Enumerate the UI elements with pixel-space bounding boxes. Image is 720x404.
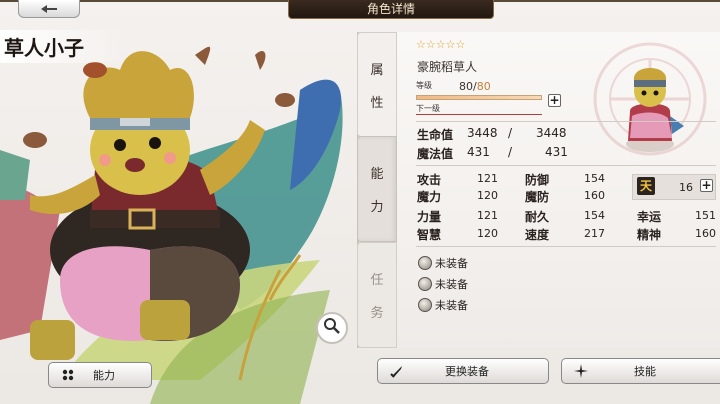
magic-value: 120 <box>477 189 498 202</box>
mp-max: 431 <box>545 145 568 159</box>
next-level-label: 下一级 <box>416 104 440 113</box>
ability-button-label: 能力 <box>93 369 115 382</box>
mp-separator: / <box>508 145 513 159</box>
mdef-label: 魔防 <box>525 190 550 204</box>
equip-slot-1[interactable]: 未装备 <box>418 255 468 271</box>
level-progress-bar <box>416 95 542 100</box>
sparkle-icon <box>572 364 590 378</box>
divider-1 <box>416 121 716 122</box>
arrow-left-icon <box>40 0 58 18</box>
zoom-button[interactable] <box>316 312 348 344</box>
str-value: 121 <box>477 209 498 222</box>
divider-2 <box>416 165 716 166</box>
equip-slot-2-label: 未装备 <box>435 278 468 291</box>
magnifier-icon <box>323 317 341 339</box>
luck-value: 151 <box>695 209 716 222</box>
wis-value: 120 <box>477 227 498 240</box>
hp-label: 生命值 <box>417 128 454 142</box>
equip-slot-3-label: 未装备 <box>435 299 468 312</box>
character-name: 草人小子 <box>0 30 124 63</box>
tab-tasks[interactable]: 任 务 <box>357 242 397 348</box>
equip-slot-icon <box>418 298 432 312</box>
level-up-plus-button[interactable]: + <box>548 94 561 107</box>
rarity-stars: ☆☆☆☆☆ <box>416 38 466 51</box>
magic-label: 魔力 <box>417 190 442 204</box>
end-value: 154 <box>584 209 605 222</box>
equip-slot-2[interactable]: 未装备 <box>418 276 468 292</box>
back-button[interactable] <box>18 0 80 18</box>
tab-tasks-label-2: 务 <box>370 306 384 321</box>
wis-label: 智慧 <box>417 228 442 242</box>
def-value: 154 <box>584 172 605 185</box>
mp-label: 魔法值 <box>417 147 454 161</box>
side-tab-bar: 属 性 能 力 任 务 <box>357 32 397 348</box>
end-label: 耐久 <box>525 210 550 224</box>
skills-button-label: 技能 <box>634 365 656 378</box>
skills-button[interactable]: 技能 <box>561 358 720 384</box>
tab-attributes-label-1: 属 <box>370 62 384 78</box>
chibi-portrait <box>626 68 684 152</box>
talent-plus-button[interactable]: + <box>700 179 713 192</box>
talent-value: 16 <box>679 181 693 194</box>
spd-label: 速度 <box>525 228 550 242</box>
str-label: 力量 <box>417 210 442 224</box>
luck-label: 幸运 <box>637 210 662 224</box>
ability-button[interactable]: 能力 <box>48 362 152 388</box>
talent-icon: 天 <box>637 177 655 195</box>
def-label: 防御 <box>525 173 550 187</box>
level-label: 等级 <box>416 81 432 90</box>
tab-ability[interactable]: 能 力 <box>357 136 397 242</box>
atk-label: 攻击 <box>417 173 442 187</box>
tab-tasks-label-1: 任 <box>370 273 384 288</box>
tab-ability-label-1: 能 <box>370 167 384 182</box>
divider-3 <box>416 246 716 247</box>
equip-slot-icon <box>418 277 432 291</box>
grid-dots-icon <box>59 369 77 381</box>
level-current: 80 <box>459 80 473 93</box>
tab-attributes-label-2: 性 <box>370 95 384 111</box>
class-name: 豪腕稻草人 <box>417 60 478 74</box>
sword-icon <box>388 364 406 378</box>
page-title: 角色详情 <box>288 0 494 19</box>
equip-slot-icon <box>418 256 432 270</box>
equip-slot-1-label: 未装备 <box>435 257 468 270</box>
change-equipment-button[interactable]: 更换装备 <box>377 358 549 384</box>
next-level-bar <box>416 114 542 115</box>
hp-max: 3448 <box>536 126 567 140</box>
level-value: 80/80 <box>459 80 491 93</box>
equip-slot-3[interactable]: 未装备 <box>418 297 468 313</box>
change-equipment-label: 更换装备 <box>445 365 489 378</box>
tab-ability-label-2: 力 <box>370 200 384 215</box>
tab-attributes[interactable]: 属 性 <box>357 32 397 137</box>
atk-value: 121 <box>477 172 498 185</box>
hp-separator: / <box>508 126 513 140</box>
hp-value: 3448 <box>467 126 498 140</box>
level-max: 80 <box>476 80 491 93</box>
mdef-value: 160 <box>584 189 605 202</box>
spi-value: 160 <box>695 227 716 240</box>
spd-value: 217 <box>584 227 605 240</box>
mp-value: 431 <box>467 145 490 159</box>
spi-label: 精神 <box>637 228 662 242</box>
